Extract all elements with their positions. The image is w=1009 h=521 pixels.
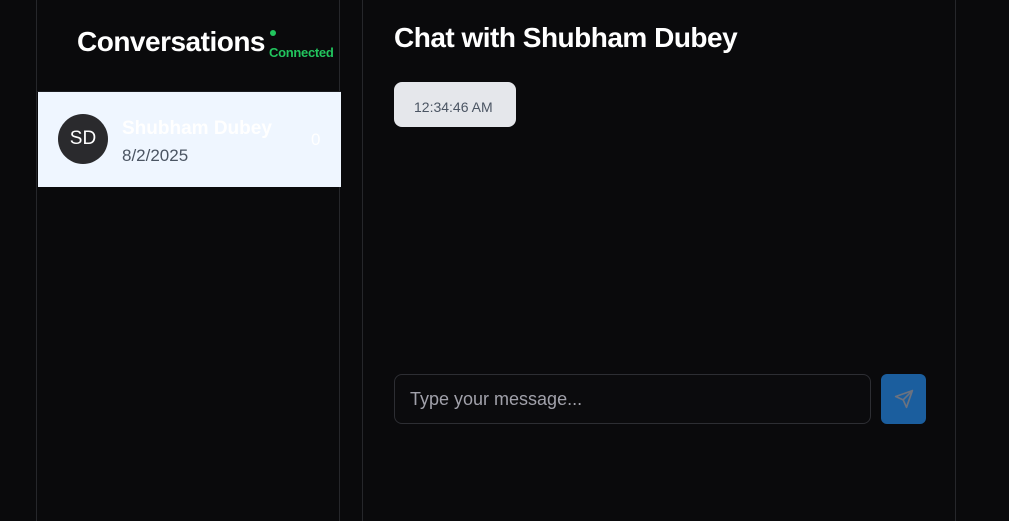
conversation-date: 8/2/2025 [122,146,189,165]
sidebar-title: Conversations [77,26,266,57]
message-timestamp: 12:34:46 AM [414,99,493,115]
chat-app: Conversations Connected SD Shubham Dubey… [0,0,1009,521]
message-bubble: 12:34:46 AM [394,82,516,127]
send-button[interactable] [881,374,926,424]
chat-panel: Chat with Shubham Dubey 12:34:46 AM [362,0,956,521]
connection-status-text: Connected [269,45,334,60]
avatar: SD [58,114,108,164]
unread-count-badge: 0 [311,130,321,149]
chat-title: Chat with Shubham Dubey [394,22,738,53]
connection-status-dot [270,30,276,36]
send-icon [894,389,913,409]
conversations-sidebar: Conversations Connected SD Shubham Dubey… [36,0,341,521]
message-input[interactable] [394,374,871,424]
conversation-item[interactable]: SD Shubham Dubey 8/2/2025 0 [38,92,341,187]
sidebar-header: Conversations Connected [37,0,341,92]
conversation-name: Shubham Dubey [122,118,272,139]
